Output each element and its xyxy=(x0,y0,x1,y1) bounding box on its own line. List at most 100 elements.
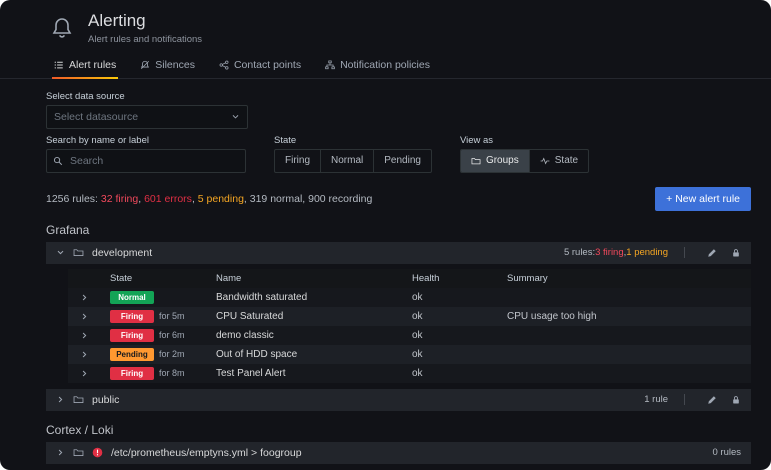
folder-icon xyxy=(73,447,84,458)
tab-label: Notification policies xyxy=(340,59,430,71)
rule-health: ok xyxy=(412,349,507,360)
for-duration: for 2m xyxy=(159,349,185,359)
filters-panel: Select data source Select datasource Sea… xyxy=(0,79,771,173)
chevron-right-icon[interactable] xyxy=(56,395,65,404)
chevron-right-icon[interactable] xyxy=(56,448,65,457)
state-filter-label: State xyxy=(274,135,432,146)
tab-label: Silences xyxy=(155,59,195,71)
alert-rule-row[interactable]: Firingfor 5m CPU Saturated ok CPU usage … xyxy=(68,307,751,326)
alert-rule-row[interactable]: Pending for 2m Out of HDD space ok xyxy=(68,345,751,364)
group-name: development xyxy=(92,247,152,259)
new-alert-rule-button[interactable]: + New alert rule xyxy=(655,187,751,211)
chevron-down-icon xyxy=(231,112,240,121)
tab-label: Contact points xyxy=(234,59,301,71)
for-duration: for 6m xyxy=(159,330,185,340)
table-header-row: State Name Health Summary xyxy=(68,269,751,288)
alert-rule-row[interactable]: Firingfor 6m demo classic ok xyxy=(68,326,751,345)
chevron-right-icon[interactable] xyxy=(80,369,110,378)
state-filter-group: Firing Normal Pending xyxy=(274,149,432,173)
share-icon xyxy=(219,60,229,70)
state-filter-firing[interactable]: Firing xyxy=(275,150,321,172)
chevron-right-icon[interactable] xyxy=(80,312,110,321)
rules-table: State Name Health Summary Normal Bandwid… xyxy=(68,269,751,383)
state-filter-pending[interactable]: Pending xyxy=(374,150,431,172)
chevron-right-icon[interactable] xyxy=(80,293,110,302)
rule-name: CPU Saturated xyxy=(216,311,412,322)
sitemap-icon xyxy=(325,60,335,70)
stats-row: 1256 rules: 32 firing, 601 errors, 5 pen… xyxy=(0,173,771,211)
lock-icon[interactable] xyxy=(731,248,741,258)
edit-icon[interactable] xyxy=(707,395,717,405)
divider xyxy=(684,247,685,258)
page-title: Alerting xyxy=(88,12,202,31)
datasource-placeholder: Select datasource xyxy=(54,111,138,123)
search-input[interactable] xyxy=(68,154,239,168)
bell-icon xyxy=(50,16,74,40)
stats-total: 1256 rules: xyxy=(46,193,101,205)
alerting-page: Alerting Alert rules and notifications A… xyxy=(0,0,771,470)
datasource-select[interactable]: Select datasource xyxy=(46,105,248,129)
section-title-grafana: Grafana xyxy=(46,223,751,237)
rule-list: Grafana development 5 rules: 3 firing, 1… xyxy=(0,223,771,470)
group-stats: 1 rule xyxy=(644,394,668,405)
search-icon xyxy=(53,156,63,166)
tab-bar: Alert rules Silences Contact points Noti… xyxy=(0,53,771,79)
table-body: Normal Bandwidth saturated ok Firingfor … xyxy=(68,288,751,383)
group-name: /etc/prometheus/emptyns.yml > foogroup xyxy=(111,447,302,459)
view-as-state-label: State xyxy=(555,155,578,166)
tab-alert-rules[interactable]: Alert rules xyxy=(52,53,118,78)
stats-errors: 601 errors xyxy=(144,193,192,205)
column-header-summary: Summary xyxy=(507,273,745,284)
chevron-right-icon[interactable] xyxy=(80,350,110,359)
rule-health: ok xyxy=(412,330,507,341)
section-title-cortex: Cortex / Loki xyxy=(46,423,751,437)
column-header-state: State xyxy=(110,273,216,284)
stats-rest: , 319 normal, 900 recording xyxy=(244,193,372,205)
view-as-label: View as xyxy=(460,135,589,146)
folder-icon xyxy=(73,247,84,258)
state-badge: Firing xyxy=(110,329,154,342)
rule-health: ok xyxy=(412,368,507,379)
view-as-group: Groups State xyxy=(460,149,589,173)
lock-icon[interactable] xyxy=(731,395,741,405)
search-label: Search by name or label xyxy=(46,135,246,146)
alert-rule-row[interactable]: Firingfor 8m Test Panel Alert ok xyxy=(68,364,751,383)
bell-slash-icon xyxy=(140,60,150,70)
rule-group-row-development[interactable]: development 5 rules: 3 firing, 1 pending xyxy=(46,242,751,264)
rules-summary: 1256 rules: 32 firing, 601 errors, 5 pen… xyxy=(46,193,372,205)
view-as-groups-label: Groups xyxy=(486,155,519,166)
rule-name: Out of HDD space xyxy=(216,349,412,360)
alert-rule-row[interactable]: Normal Bandwidth saturated ok xyxy=(68,288,751,307)
error-icon xyxy=(92,447,103,458)
rule-group-row-public[interactable]: public 1 rule xyxy=(46,389,751,411)
rule-group-row-foogroup[interactable]: /etc/prometheus/emptyns.yml > foogroup 0… xyxy=(46,442,751,464)
view-as-state[interactable]: State xyxy=(530,150,588,172)
view-as-groups[interactable]: Groups xyxy=(461,150,530,172)
group-stats: 0 rules xyxy=(712,447,741,458)
tab-notification-policies[interactable]: Notification policies xyxy=(323,53,432,78)
state-badge: Firing xyxy=(110,310,154,323)
stats-pending: 5 pending xyxy=(198,193,244,205)
stats-firing: 32 firing xyxy=(101,193,138,205)
chevron-right-icon[interactable] xyxy=(80,331,110,340)
chevron-down-icon[interactable] xyxy=(56,248,65,257)
tab-silences[interactable]: Silences xyxy=(138,53,197,78)
state-badge: Firing xyxy=(110,367,154,380)
state-badge: Pending xyxy=(110,348,154,361)
rule-summary: CPU usage too high xyxy=(507,311,745,322)
state-badge: Normal xyxy=(110,291,154,304)
edit-icon[interactable] xyxy=(707,248,717,258)
pulse-icon xyxy=(540,156,550,166)
rule-health: ok xyxy=(412,292,507,303)
column-header-health: Health xyxy=(412,273,507,284)
rule-name: Bandwidth saturated xyxy=(216,292,412,303)
folder-icon xyxy=(471,156,481,166)
column-header-name: Name xyxy=(216,273,412,284)
for-duration: for 5m xyxy=(159,311,185,321)
tab-contact-points[interactable]: Contact points xyxy=(217,53,303,78)
rule-name: Test Panel Alert xyxy=(216,368,412,379)
page-header: Alerting Alert rules and notifications xyxy=(0,0,771,49)
state-filter-normal[interactable]: Normal xyxy=(321,150,374,172)
divider xyxy=(684,394,685,405)
tab-label: Alert rules xyxy=(69,59,116,71)
